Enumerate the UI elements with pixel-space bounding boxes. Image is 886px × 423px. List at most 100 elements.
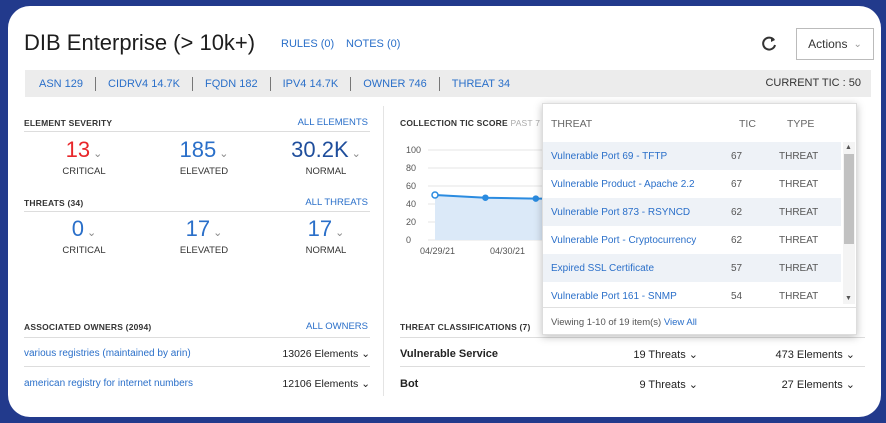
severity-elevated-value[interactable]: 185 ⌄: [180, 137, 229, 163]
chevron-down-icon: ⌄: [87, 227, 97, 239]
y-tick-label: 80: [406, 163, 416, 173]
severity-critical-label: CRITICAL: [62, 166, 106, 177]
threats-elevated-value[interactable]: 17 ⌄: [186, 216, 223, 242]
divider: [24, 211, 370, 212]
threat-tic: 67: [731, 151, 743, 162]
element-severity-heading: ELEMENT SEVERITY: [24, 118, 113, 128]
current-tic: CURRENT TIC : 50: [765, 77, 861, 89]
data-point: [431, 191, 439, 199]
viewing-count: Viewing 1-10 of 19 item(s): [551, 317, 662, 328]
dashboard-card: DIB Enterprise (> 10k+) RULES (0) NOTES …: [8, 6, 881, 417]
severity-elevated: 185 ⌄ ELEVATED: [154, 137, 254, 177]
threat-row[interactable]: Vulnerable Port - Cryptocurrency 62 THREAT: [543, 226, 841, 254]
threat-type: THREAT: [779, 207, 819, 218]
view-all-link[interactable]: View All: [664, 317, 697, 328]
all-elements-link[interactable]: ALL ELEMENTS: [288, 117, 368, 128]
refresh-icon[interactable]: [760, 34, 778, 52]
classifications-heading: THREAT CLASSIFICATIONS (7): [400, 322, 531, 332]
threat-row[interactable]: Vulnerable Product - Apache 2.2 67 THREAT: [543, 170, 841, 198]
threats-normal-label: NORMAL: [305, 245, 347, 256]
threat-name-link[interactable]: Expired SSL Certificate: [551, 263, 654, 274]
element-tabs: ASN 129 CIDRV4 14.7K FQDN 182 IPV4 14.7K…: [25, 70, 871, 97]
rules-link[interactable]: RULES (0): [281, 38, 334, 50]
chevron-down-icon: ⌄: [213, 227, 223, 239]
owner-elements-count[interactable]: 12106 Elements ⌄: [258, 378, 370, 390]
tab-ipv4[interactable]: IPV4 14.7K: [277, 78, 345, 90]
threat-row[interactable]: Vulnerable Port 873 - RSYNCD 62 THREAT: [543, 198, 841, 226]
series-area: [435, 195, 543, 240]
threat-name-link[interactable]: Vulnerable Port 69 - TFTP: [551, 151, 667, 162]
collection-tic-range: PAST 7: [510, 118, 541, 128]
collection-tic-heading: COLLECTION TIC SCORE PAST 7: [400, 118, 541, 128]
all-threats-link[interactable]: ALL THREATS: [288, 197, 368, 208]
divider: [24, 131, 370, 132]
classification-threats[interactable]: 19 Threats ⌄: [578, 348, 698, 361]
severity-elevated-label: ELEVATED: [179, 166, 229, 177]
severity-critical: 13 ⌄ CRITICAL: [34, 137, 134, 177]
classification-threats[interactable]: 9 Threats ⌄: [578, 378, 698, 391]
scrollbar[interactable]: ▲ ▼: [843, 142, 855, 304]
classification-name: Bot: [400, 378, 419, 390]
notes-link[interactable]: NOTES (0): [346, 38, 400, 50]
scrollbar-thumb[interactable]: [844, 154, 854, 244]
threat-list: Vulnerable Port 69 - TFTP 67 THREAT Vulnera…: [543, 142, 841, 304]
header: DIB Enterprise (> 10k+) RULES (0) NOTES …: [8, 6, 881, 68]
data-point: [482, 194, 489, 201]
threat-name-link[interactable]: Vulnerable Port 161 - SNMP: [551, 291, 677, 302]
tab-threat[interactable]: THREAT 34: [446, 78, 516, 90]
scroll-up-icon[interactable]: ▲: [845, 144, 852, 151]
owner-elements-count[interactable]: 13026 Elements ⌄: [258, 348, 370, 360]
actions-button[interactable]: Actions ⌄: [796, 28, 874, 60]
threat-name-link[interactable]: Vulnerable Product - Apache 2.2: [551, 179, 695, 190]
chevron-down-icon: ⌄: [351, 148, 361, 160]
severity-normal-label: NORMAL: [305, 166, 347, 177]
classification-elements[interactable]: 473 Elements ⌄: [735, 348, 855, 361]
tab-owner[interactable]: OWNER 746: [357, 78, 433, 90]
threat-type: THREAT: [779, 179, 819, 190]
y-tick-label: 100: [406, 145, 421, 155]
threat-row[interactable]: Expired SSL Certificate 57 THREAT: [543, 254, 841, 282]
tab-cidrv4[interactable]: CIDRV4 14.7K: [102, 78, 186, 90]
classification-elements[interactable]: 27 Elements ⌄: [735, 378, 855, 391]
tab-divider: [269, 76, 271, 91]
actions-label: Actions: [808, 37, 848, 51]
data-point: [532, 195, 540, 202]
threat-name-link[interactable]: Vulnerable Port - Cryptocurrency: [551, 235, 696, 246]
page-title: DIB Enterprise (> 10k+): [24, 30, 256, 55]
tab-divider: [438, 76, 440, 91]
threat-tic: 62: [731, 207, 743, 218]
scroll-down-icon[interactable]: ▼: [845, 295, 852, 302]
threat-name-link[interactable]: Vulnerable Port 873 - RSYNCD: [551, 207, 690, 218]
threats-critical: 0 ⌄ CRITICAL: [34, 216, 134, 256]
threats-normal-value[interactable]: 17 ⌄: [308, 216, 345, 242]
chevron-down-icon: ⌄: [335, 227, 345, 239]
threat-type: THREAT: [779, 263, 819, 274]
column-divider: [383, 106, 384, 396]
threats-critical-value[interactable]: 0 ⌄: [72, 216, 96, 242]
owner-link[interactable]: american registry for internet numbers: [24, 378, 193, 389]
threats-heading: THREATS (34): [24, 198, 84, 208]
owner-link[interactable]: various registries (maintained by arin): [24, 348, 191, 359]
y-tick-label: 20: [406, 217, 416, 227]
chevron-down-icon: ⌄: [853, 38, 862, 50]
threat-row[interactable]: Vulnerable Port 69 - TFTP 67 THREAT: [543, 142, 841, 170]
threat-tic: 67: [731, 179, 743, 190]
tab-asn[interactable]: ASN 129: [25, 78, 89, 90]
classification-name: Vulnerable Service: [400, 348, 499, 360]
column-header-threat: THREAT: [551, 118, 593, 130]
y-tick-label: 60: [406, 181, 416, 191]
owners-heading: ASSOCIATED OWNERS (2094): [24, 322, 152, 332]
x-tick-label: 04/30/21: [490, 246, 525, 256]
tab-divider: [350, 76, 352, 91]
threat-row[interactable]: Vulnerable Port 161 - SNMP 54 THREAT: [543, 282, 841, 304]
x-tick-label: 04/29/21: [420, 246, 455, 256]
threat-type: THREAT: [779, 151, 819, 162]
all-owners-link[interactable]: ALL OWNERS: [288, 321, 368, 332]
severity-normal-value[interactable]: 30.2K ⌄: [291, 137, 361, 163]
divider: [400, 337, 865, 338]
severity-critical-value[interactable]: 13 ⌄: [66, 137, 103, 163]
tab-fqdn[interactable]: FQDN 182: [199, 78, 264, 90]
y-tick-label: 40: [406, 199, 416, 209]
tab-divider: [191, 76, 193, 91]
threat-tic: 57: [731, 263, 743, 274]
